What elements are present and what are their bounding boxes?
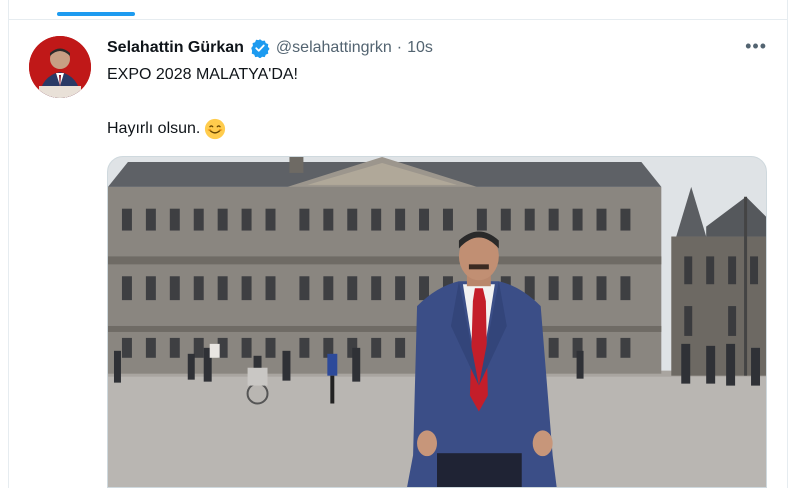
more-options-icon[interactable]: ••• [745, 36, 767, 57]
tweet-media-image[interactable] [107, 156, 767, 488]
smiling-face-icon [204, 118, 226, 140]
separator-dot: · [396, 39, 403, 56]
user-handle[interactable]: @selahattingrkn [276, 39, 392, 57]
tweet-text-line-2-row: Hayırlı olsun. [107, 118, 763, 140]
avatar[interactable] [29, 36, 91, 98]
timestamp[interactable]: 10s [407, 39, 433, 57]
verified-badge-icon [250, 38, 270, 59]
tweet-text: EXPO 2028 MALATYA'DA! Hayırlı olsun. [107, 64, 763, 140]
active-tab-indicator [57, 12, 135, 16]
tweet-text-line-1: EXPO 2028 MALATYA'DA! [107, 66, 298, 83]
tweet-card[interactable]: Selahattin Gürkan @selahattingrkn · 10s … [8, 0, 788, 488]
display-name[interactable]: Selahattin Gürkan [107, 39, 244, 57]
tweet-text-line-2: Hayırlı olsun. [107, 120, 201, 137]
tweet-header: Selahattin Gürkan @selahattingrkn · 10s … [107, 36, 767, 60]
timeline-tabs [9, 0, 787, 20]
